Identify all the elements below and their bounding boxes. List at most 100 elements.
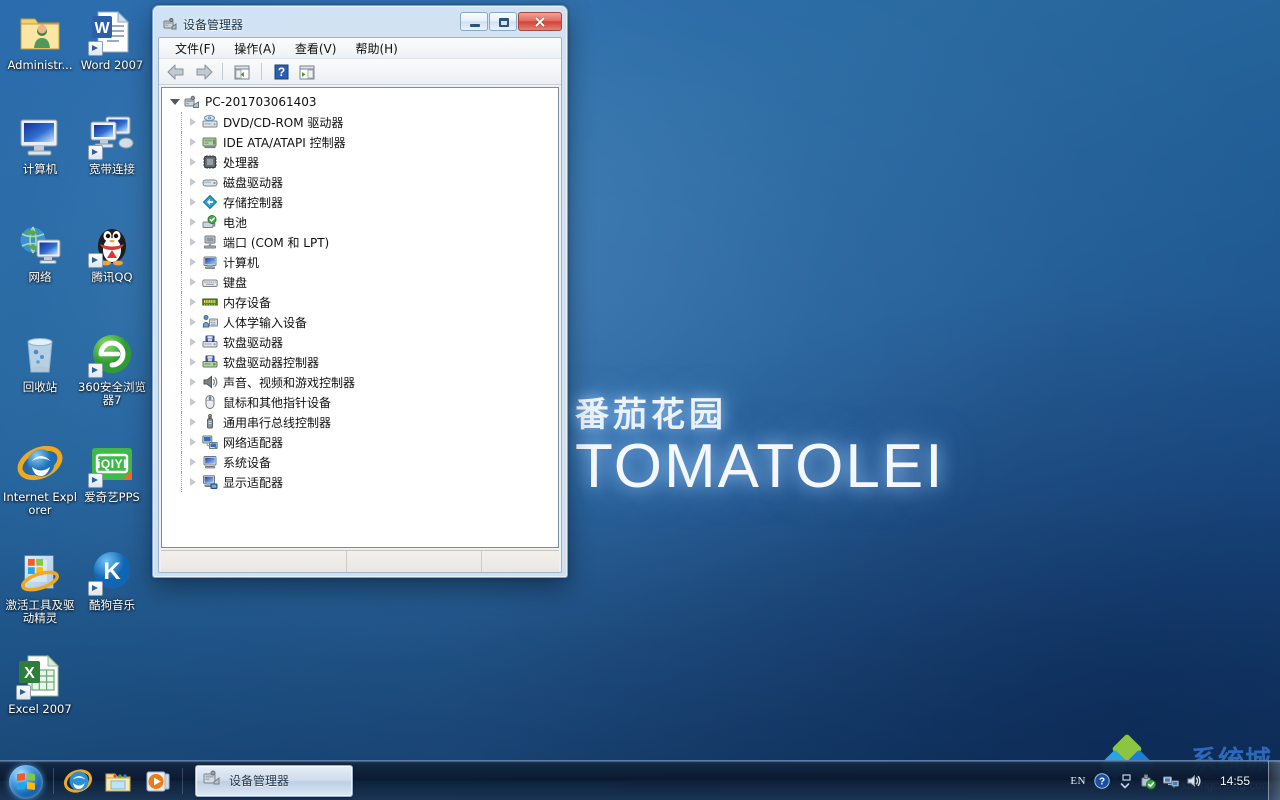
language-indicator[interactable]: EN [1068, 775, 1088, 787]
desktop-icon[interactable]: 激活工具及驱动精灵 [2, 548, 78, 625]
tree-node[interactable]: 软盘驱动器 [168, 332, 558, 352]
tree-expander[interactable] [186, 335, 200, 349]
speaker-icon[interactable] [1185, 772, 1203, 790]
help-circle-icon[interactable]: ? [1093, 772, 1111, 790]
tree-expander[interactable] [186, 355, 200, 369]
show-console-tree-button[interactable] [230, 61, 254, 83]
start-button[interactable] [3, 763, 49, 799]
tree-pane[interactable]: PC-201703061403 DVD/CD-ROM 驱动器 IDE ATA/ATA… [161, 87, 559, 548]
desktop-icon[interactable]: 宽带连接 [74, 112, 150, 176]
tree-node[interactable]: 键盘 [168, 272, 558, 292]
desktop-icon[interactable]: 360安全浏览器7 [74, 330, 150, 407]
tree-expander[interactable] [186, 455, 200, 469]
menu-item-file[interactable]: 文件(F) [168, 38, 222, 59]
tree-node[interactable]: 网络适配器 [168, 432, 558, 452]
show-action-pane-button[interactable] [295, 61, 319, 83]
tree-expander[interactable] [186, 235, 200, 249]
windows-logo-icon [9, 764, 43, 799]
desktop-icon-label: 360安全浏览器7 [78, 380, 146, 407]
tree-node[interactable]: 处理器 [168, 152, 558, 172]
tree-node[interactable]: 声音、视频和游戏控制器 [168, 372, 558, 392]
tree-node[interactable]: IDE ATA/ATAPI 控制器 [168, 132, 558, 152]
desktop-icon[interactable]: K 酷狗音乐 [74, 548, 150, 612]
taskbar-button-icon [202, 768, 222, 793]
tree-expander[interactable] [186, 255, 200, 269]
svg-text:?: ? [278, 65, 285, 79]
help-button[interactable]: ? [269, 61, 293, 83]
tree-expander[interactable] [186, 115, 200, 129]
word-icon: W [88, 8, 136, 56]
back-button[interactable] [165, 61, 189, 83]
network-status-icon[interactable] [1162, 772, 1180, 790]
desktop-icon[interactable]: Internet Explorer [2, 440, 78, 517]
maximize-button[interactable] [489, 12, 517, 31]
tree-expander[interactable] [186, 135, 200, 149]
tree-root-node[interactable]: PC-201703061403 [168, 92, 558, 112]
desktop-icon[interactable]: iQIYI 爱奇艺PPS [74, 440, 150, 504]
taskbar[interactable]: 设备管理器 EN ? 14:55 [0, 760, 1280, 800]
tree-expander[interactable] [186, 175, 200, 189]
desktop-icon[interactable]: W Word 2007 [74, 8, 150, 72]
show-desktop-button[interactable] [1268, 760, 1280, 800]
display-adapter-icon [202, 474, 218, 490]
taskbar-windows-explorer[interactable] [98, 763, 138, 799]
tree-node-label: 软盘驱动器控制器 [223, 355, 320, 370]
desktop-icon[interactable]: 回收站 [2, 330, 78, 394]
tree-node[interactable]: 鼠标和其他指针设备 [168, 392, 558, 412]
tree-node[interactable]: 系统设备 [168, 452, 558, 472]
tree-expander[interactable] [186, 215, 200, 229]
minimize-button[interactable] [460, 12, 488, 31]
device-manager-window[interactable]: 设备管理器 文件(F) 操作(A) 查看(V) 帮助(H) ? PC-20170… [152, 5, 568, 578]
tree-node[interactable]: 电池 [168, 212, 558, 232]
tree-expander[interactable] [186, 375, 200, 389]
device-manager-icon [162, 16, 178, 32]
desktop-icon[interactable]: 计算机 [2, 112, 78, 176]
forward-button[interactable] [191, 61, 215, 83]
menu-bar: 文件(F) 操作(A) 查看(V) 帮助(H) [159, 38, 561, 59]
tree-node-label: 电池 [223, 215, 248, 230]
desktop-icon-label: Word 2007 [80, 58, 144, 72]
menu-item-view[interactable]: 查看(V) [288, 38, 344, 59]
tree-node[interactable]: 软盘驱动器控制器 [168, 352, 558, 372]
window-titlebar[interactable]: 设备管理器 [158, 11, 562, 37]
taskbar-button-device-manager[interactable]: 设备管理器 [195, 764, 353, 797]
tree-node-label: 鼠标和其他指针设备 [223, 395, 332, 410]
tree-node[interactable]: 通用串行总线控制器 [168, 412, 558, 432]
tree-expander[interactable] [186, 295, 200, 309]
toolbar-separator [222, 63, 223, 80]
show-hidden-icons-chevron-icon[interactable] [1116, 772, 1134, 790]
menu-item-action[interactable]: 操作(A) [227, 38, 283, 59]
device-tree[interactable]: PC-201703061403 DVD/CD-ROM 驱动器 IDE ATA/ATA… [162, 88, 558, 547]
battery-icon [202, 214, 218, 230]
svg-text:X: X [24, 665, 35, 682]
tree-node[interactable]: 磁盘驱动器 [168, 172, 558, 192]
menu-item-help[interactable]: 帮助(H) [348, 38, 404, 59]
tree-expander[interactable] [186, 415, 200, 429]
desktop-icon[interactable]: 网络 [2, 220, 78, 284]
tree-node[interactable]: 人体学输入设备 [168, 312, 558, 332]
tree-node[interactable]: 内存设备 [168, 292, 558, 312]
close-button[interactable] [518, 12, 562, 31]
360-browser-icon [88, 330, 136, 378]
tree-node[interactable]: DVD/CD-ROM 驱动器 [168, 112, 558, 132]
clock[interactable]: 14:55 [1208, 774, 1262, 788]
tree-node[interactable]: 显示适配器 [168, 472, 558, 492]
tree-expander[interactable] [186, 435, 200, 449]
tree-expander[interactable] [186, 475, 200, 489]
tree-expander[interactable] [186, 395, 200, 409]
tree-expander[interactable] [186, 275, 200, 289]
tree-expander[interactable] [186, 155, 200, 169]
tree-expander[interactable] [186, 195, 200, 209]
desktop-icon[interactable]: Administr... [2, 8, 78, 72]
tree-node[interactable]: 存储控制器 [168, 192, 558, 212]
taskbar-internet-explorer[interactable] [58, 763, 98, 799]
desktop-icon[interactable]: X Excel 2007 [2, 652, 78, 716]
tree-node[interactable]: 计算机 [168, 252, 558, 272]
tree-expander[interactable] [186, 315, 200, 329]
tree-node[interactable]: 端口 (COM 和 LPT) [168, 232, 558, 252]
desktop-icon[interactable]: 腾讯QQ [74, 220, 150, 284]
safely-remove-hardware-icon[interactable] [1139, 772, 1157, 790]
taskbar-media-player[interactable] [138, 763, 178, 799]
tree-expander[interactable] [168, 95, 182, 109]
tree-node-label: 计算机 [223, 255, 260, 270]
